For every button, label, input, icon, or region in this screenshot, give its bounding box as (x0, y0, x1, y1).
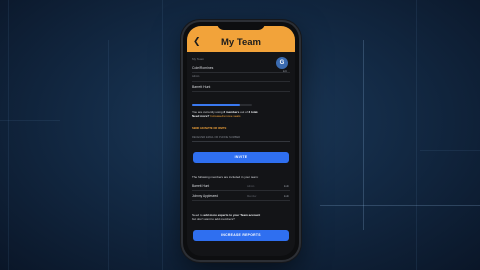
member-edit-button[interactable]: Edit (284, 194, 289, 198)
members-heading: The following members are included in yo… (192, 175, 259, 179)
invite-input[interactable]: RECEIVER EMAIL OR PHONE NUMBER (192, 136, 240, 140)
section-label: My Team (192, 57, 205, 61)
background-line (0, 120, 60, 121)
background-line (108, 40, 109, 270)
background-line (8, 0, 9, 270)
invite-button[interactable]: INVITE (193, 152, 289, 163)
member-name: Barrett Hunt (192, 85, 211, 89)
usage-progress-fill (192, 104, 240, 106)
page-title: My Team (221, 37, 261, 48)
member-row-role: Member (247, 194, 257, 198)
usage-text-line2: Need more? Increase/remove seats (192, 114, 241, 118)
phone-mockup: ❮ My Team My Team G Edit Cole/Romines Ad… (183, 22, 299, 260)
divider (192, 200, 290, 201)
input-underline (192, 141, 290, 142)
invite-heading: SEND AN INVITE OR INVITE (192, 127, 227, 130)
increase-seats-link[interactable]: Increase/remove seats (210, 114, 240, 118)
phone-notch (217, 22, 265, 30)
background-line (420, 150, 480, 151)
team-content: My Team G Edit Cole/Romines Admin Barret… (187, 52, 295, 256)
member-row-name: Barrett Hunt (192, 184, 210, 188)
usage-progress-bar (192, 104, 252, 106)
background-line (162, 0, 163, 270)
member-row-role: Admin (247, 184, 255, 188)
member-edit-button[interactable]: Edit (284, 184, 289, 188)
owner-name: Cole/Romines (192, 66, 214, 70)
divider (192, 81, 290, 82)
background-line (416, 0, 417, 270)
app-screen: ❮ My Team My Team G Edit Cole/Romines Ad… (187, 26, 295, 256)
divider (192, 190, 290, 191)
divider (192, 91, 290, 92)
avatar[interactable]: G (276, 57, 288, 69)
divider (192, 72, 290, 73)
member-row-name: Johnny Appleseed (192, 194, 219, 198)
background-line (363, 40, 364, 230)
footer-text-line2: but don't want to add members? (192, 217, 235, 221)
background-line (320, 205, 480, 206)
increase-reports-button[interactable]: INCREASE REPORTS (193, 230, 289, 241)
owner-role: Admin (192, 75, 200, 78)
